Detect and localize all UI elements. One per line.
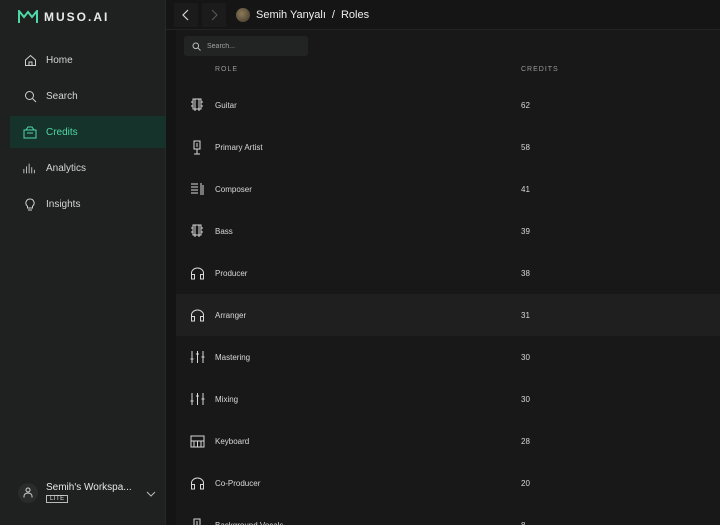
sidebar: MUSO.AI Home Search Credits Analytics In… [0,0,166,525]
credit-count: 28 [521,436,530,446]
sidebar-item-home[interactable]: Home [10,44,166,76]
headphones-icon [189,475,205,491]
role-name: Mastering [215,352,251,362]
roles-table: Guitar 62 Primary Artist 58 Composer 41 … [176,84,720,525]
credits-icon [23,125,37,139]
search-box[interactable] [184,36,308,56]
workspace-switcher[interactable]: Semih's Workspa... LITE [18,482,158,503]
muso-logo-icon [18,10,38,23]
column-header-credits[interactable]: CREDITS [521,66,559,73]
column-header-role[interactable]: ROLE [215,66,238,73]
breadcrumb-separator: / [331,8,335,21]
headphones-icon [189,265,205,281]
credit-count: 41 [521,184,530,194]
table-row[interactable]: Mixing 30 [176,378,720,420]
sidebar-item-insights[interactable]: Insights [10,188,166,220]
table-row[interactable]: Background Vocals 8 [176,504,720,525]
breadcrumb-artist[interactable]: Semih Yanyalı [256,9,326,21]
top-bar: Semih Yanyalı / Roles [166,0,720,30]
role-name: Producer [215,268,248,278]
role-name: Bass [215,226,233,236]
plan-badge: LITE [46,495,68,503]
credit-count: 8 [521,520,526,525]
table-row[interactable]: Mastering 30 [176,336,720,378]
credit-count: 58 [521,142,530,152]
lightbulb-icon [23,197,37,211]
home-icon [23,53,37,67]
back-button[interactable] [174,2,198,27]
credit-count: 62 [521,100,530,110]
microphone-icon [189,517,205,525]
workspace-info: Semih's Workspa... LITE [46,482,132,503]
sidebar-item-label: Home [46,54,73,66]
sliders-icon [189,349,205,365]
credit-count: 31 [521,310,530,320]
role-name: Primary Artist [215,142,263,152]
chevron-down-icon [146,484,156,502]
credit-count: 30 [521,352,530,362]
credit-count: 30 [521,394,530,404]
table-row[interactable]: Primary Artist 58 [176,126,720,168]
sliders-icon [189,391,205,407]
user-icon [18,482,38,503]
keyboard-icon [189,433,205,449]
sidebar-nav: Home Search Credits Analytics Insights [10,44,166,224]
sidebar-item-label: Analytics [46,162,87,174]
forward-button[interactable] [202,2,226,27]
breadcrumb-page: Roles [340,8,370,21]
search-icon [23,89,37,103]
sidebar-item-label: Insights [46,198,81,210]
role-name: Composer [215,184,252,194]
search-input[interactable] [207,42,307,50]
table-row[interactable]: Keyboard 28 [176,420,720,462]
chevron-left-icon [182,9,189,20]
workspace-name: Semih's Workspa... [46,482,132,493]
role-name: Background Vocals [215,520,284,525]
headphones-icon [189,307,205,323]
search-icon [192,42,201,51]
credit-count: 20 [521,478,530,488]
role-name: Mixing [215,394,239,404]
credit-count: 39 [521,226,530,236]
credit-count: 38 [521,268,530,278]
sidebar-item-label: Credits [46,126,78,138]
table-row[interactable]: Bass 39 [176,210,720,252]
muso-logo[interactable]: MUSO.AI [18,10,109,24]
table-header: ROLE CREDITS [176,66,720,78]
chevron-right-icon [211,9,218,20]
role-name: Guitar [215,100,237,110]
table-row[interactable]: Co-Producer 20 [176,462,720,504]
guitar-icon [189,223,205,239]
table-row[interactable]: Guitar 62 [176,84,720,126]
sheet-music-icon [189,181,205,197]
role-name: Keyboard [215,436,250,446]
roles-panel: ROLE CREDITS Guitar 62 Primary Artist 58… [176,30,720,525]
sidebar-item-label: Search [46,90,78,102]
table-row[interactable]: Producer 38 [176,252,720,294]
analytics-icon [23,161,37,175]
guitar-icon [189,97,205,113]
microphone-icon [189,139,205,155]
table-row[interactable]: Arranger 31 [176,294,720,336]
sidebar-item-analytics[interactable]: Analytics [10,152,166,184]
sidebar-item-search[interactable]: Search [10,80,166,112]
role-name: Co-Producer [215,478,261,488]
breadcrumb: Semih Yanyalı / Roles [236,7,370,22]
logo-text: MUSO.AI [44,10,110,24]
artist-avatar [236,7,250,22]
sidebar-item-credits[interactable]: Credits [10,116,166,148]
role-name: Arranger [215,310,247,320]
table-row[interactable]: Composer 41 [176,168,720,210]
